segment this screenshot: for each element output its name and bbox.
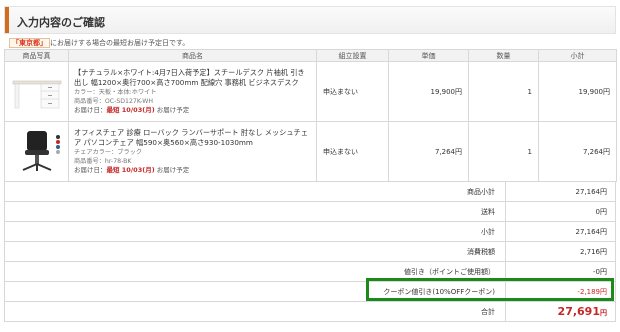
product-info-cell: オフィスチェア 診療 ローバック ランバーサポート 肘なし メッシュチェア パソ… [68,121,317,182]
section-accent-bar [5,7,9,33]
unit-price-cell: 7,264円 [388,121,469,182]
order-summary: 商品小計 27,164円 送料 0円 小計 27,164円 消費税額 2,716… [4,181,616,322]
subtotal-value: 27,164円 [505,221,616,242]
cart-table: 商品写真 商品名 組立設置 単価 数量 小計 【ナチュラル×ホワイト:4月7日入… [4,49,617,182]
summary-row-goods-subtotal: 商品小計 27,164円 [4,181,616,202]
delivery-label: お届け日： [74,106,107,114]
desk-thumbnail-icon[interactable] [11,68,63,114]
summary-row-tax: 消費税額 2,716円 [4,241,616,262]
assembly-cell: 申込まない [316,121,389,182]
shipping-value: 0円 [505,201,616,222]
product-photo-cell [4,61,69,122]
line-subtotal-cell: 7,264円 [538,121,617,182]
quantity-cell: 1 [468,61,539,122]
col-qty: 数量 [468,49,539,62]
col-assembly: 組立設置 [316,49,389,62]
coupon-discount-value: -2,189円 [505,281,616,302]
cart-header-row: 商品写真 商品名 組立設置 単価 数量 小計 [4,49,617,62]
product-color: カラー：天板・本体:ホワイト [74,89,157,96]
product-photo-cell [4,121,69,182]
tax-label: 消費税額 [4,241,506,262]
coupon-discount-label: クーポン値引き(10%OFFクーポン) [4,281,506,302]
summary-row-coupon-discount: クーポン値引き(10%OFFクーポン) -2,189円 [4,281,616,302]
delivery-notice: 「東京都」 にお届けする場合の最短お届け予定日です。 [9,38,189,48]
goods-subtotal-label: 商品小計 [4,181,506,202]
unit-price-cell: 19,900円 [388,61,469,122]
line-subtotal-cell: 19,900円 [538,61,617,122]
table-row: 【ナチュラル×ホワイト:4月7日入荷予定】スチールデスク 片袖机 引き出し 幅1… [4,61,617,122]
subtotal-label: 小計 [4,221,506,242]
summary-row-total: 合計 27,691円 [4,301,616,322]
summary-row-subtotal: 小計 27,164円 [4,221,616,242]
prefecture-tag: 「東京都」 [9,38,50,48]
quantity-cell: 1 [468,121,539,182]
total-label: 合計 [4,301,506,322]
page-title: 入力内容のご確認 [17,16,105,29]
tax-value: 2,716円 [505,241,616,262]
col-price: 単価 [388,49,469,62]
delivery-date: お届け日：最短 10/03(月) お届け予定 [74,106,311,115]
col-name: 商品名 [68,49,317,62]
total-unit: 円 [600,309,607,317]
table-row: オフィスチェア 診療 ローバック ランバーサポート 肘なし メッシュチェア パソ… [4,121,617,182]
point-discount-value: -0円 [505,261,616,282]
shipping-label: 送料 [4,201,506,222]
delivery-date: お届け日：最短 10/03(月) お届け予定 [74,166,311,175]
delivery-suffix: お届け予定 [154,166,190,174]
delivery-suffix: お届け予定 [154,106,190,114]
col-subtotal: 小計 [538,49,617,62]
col-photo: 商品写真 [4,49,69,62]
total-value: 27,691円 [505,301,616,322]
total-amount: 27,691 [557,305,600,318]
delivery-date-value: 最短 10/03(月) [106,106,155,114]
goods-subtotal-value: 27,164円 [505,181,616,202]
notice-text: にお届けする場合の最短お届け予定日です。 [50,39,190,47]
product-code: 商品番号：OC-SD127K-WH [74,98,154,105]
chair-thumbnail-icon[interactable] [11,128,63,174]
delivery-label: お届け日： [74,166,107,174]
delivery-date-value: 最短 10/03(月) [106,166,155,174]
product-color: チェアカラー：ブラック [74,149,143,156]
product-name-link[interactable]: オフィスチェア 診療 ローバック ランバーサポート 肘なし メッシュチェア パソ… [74,128,311,148]
summary-row-point-discount: 値引き（ポイントご使用額） -0円 [4,261,616,282]
product-name-link[interactable]: 【ナチュラル×ホワイト:4月7日入荷予定】スチールデスク 片袖机 引き出し 幅1… [74,68,311,88]
product-info-cell: 【ナチュラル×ホワイト:4月7日入荷予定】スチールデスク 片袖机 引き出し 幅1… [68,61,317,122]
section-header: 入力内容のご確認 [4,6,616,34]
assembly-cell: 申込まない [316,61,389,122]
summary-row-shipping: 送料 0円 [4,201,616,222]
product-code: 商品番号：hr-78-BK [74,158,132,165]
point-discount-label: 値引き（ポイントご使用額） [4,261,506,282]
